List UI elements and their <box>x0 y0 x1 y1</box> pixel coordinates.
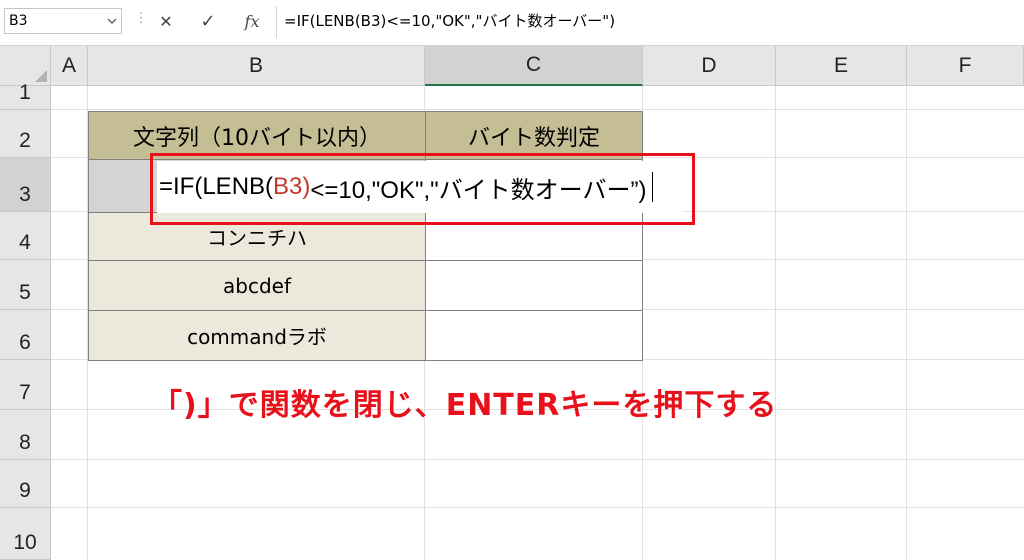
name-box[interactable]: B3 <box>4 8 122 34</box>
cell-b5[interactable]: abcdef <box>88 260 426 311</box>
column-header-d[interactable]: D <box>643 46 776 86</box>
column-header-f[interactable]: F <box>907 46 1024 86</box>
formula-input[interactable]: =IF(LENB(B3)<=10,"OK","バイト数オーバー") <box>284 10 615 31</box>
formula-bar: B3 ⋮ ✕ ✓ fx =IF(LENB(B3)<=10,"OK","バイト数オ… <box>0 0 1024 46</box>
cell-b6[interactable]: commandラボ <box>88 310 426 361</box>
row-header-4[interactable]: 4 <box>0 212 51 260</box>
gridline <box>775 86 776 560</box>
row-header-8[interactable]: 8 <box>0 410 51 460</box>
check-icon: ✓ <box>200 10 216 32</box>
row-header-5[interactable]: 5 <box>0 260 51 310</box>
row-header-10[interactable]: 10 <box>0 508 51 560</box>
column-header-b[interactable]: B <box>88 46 425 86</box>
close-icon: ✕ <box>159 11 173 31</box>
row-header-1[interactable]: 1 <box>0 81 51 110</box>
instruction-annotation: 「)」で関数を閉じ、ENTERキーを押下する <box>152 388 778 423</box>
cell-c6[interactable] <box>425 310 643 361</box>
column-header-e[interactable]: E <box>776 46 907 86</box>
row-header-3[interactable]: 3 <box>0 158 51 212</box>
highlight-box <box>150 153 695 225</box>
insert-function-button[interactable]: fx <box>238 8 266 34</box>
cancel-button[interactable]: ✕ <box>152 8 180 34</box>
column-header-a[interactable]: A <box>51 46 88 86</box>
row-header-6[interactable]: 6 <box>0 310 51 360</box>
select-all-triangle-icon <box>35 70 47 82</box>
gridline <box>906 86 907 560</box>
drag-handle-icon[interactable]: ⋮ <box>134 10 148 32</box>
cell-c5[interactable] <box>425 260 643 311</box>
column-header-c[interactable]: C <box>425 46 643 86</box>
gridline <box>51 507 1024 508</box>
enter-button[interactable]: ✓ <box>194 8 222 34</box>
row-header-7[interactable]: 7 <box>0 360 51 410</box>
select-all-button[interactable] <box>0 46 51 86</box>
row-header-9[interactable]: 9 <box>0 460 51 508</box>
gridline <box>51 459 1024 460</box>
row-header-2[interactable]: 2 <box>0 110 51 158</box>
name-box-value: B3 <box>9 13 28 29</box>
function-icon: fx <box>244 11 260 31</box>
formula-bar-divider <box>276 6 277 38</box>
chevron-down-icon[interactable] <box>103 18 121 24</box>
gridline <box>51 109 1024 110</box>
